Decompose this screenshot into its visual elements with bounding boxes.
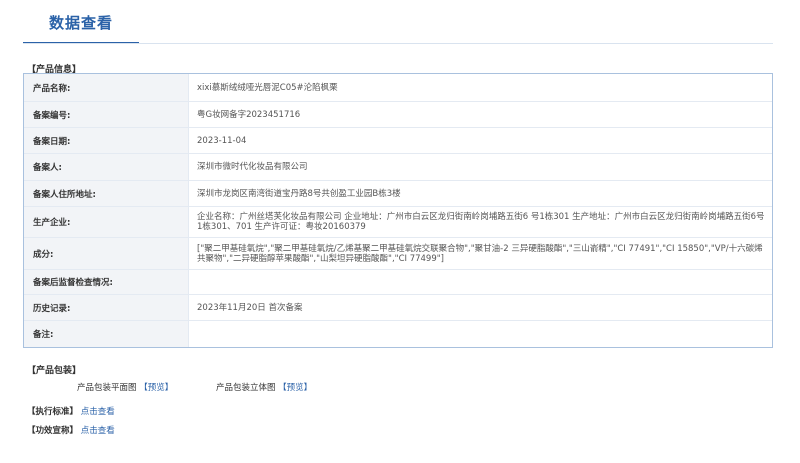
row-value: ["聚二甲基硅氧烷","聚二甲基硅氧烷/乙烯基聚二甲基硅氧烷交联聚合物","聚甘… [197, 243, 763, 264]
packaging-flat-preview-link[interactable]: 【预览】 [139, 383, 173, 393]
packaging-row: 产品包装平面图 【预览】 产品包装立体图 【预览】 [77, 381, 352, 393]
row-product-name: 产品名称: xixi慕斯绒绒哑光唇泥C05#沦陷枫栗 [24, 74, 772, 101]
efficacy-view-link[interactable]: 点击查看 [81, 426, 115, 436]
row-value: 2023年11月20日 首次备案 [197, 302, 303, 313]
row-registrant: 备案人: 深圳市微时代化妆品有限公司 [24, 153, 772, 180]
row-value [189, 321, 772, 347]
product-info-table: 产品名称: xixi慕斯绒绒哑光唇泥C05#沦陷枫栗 备案编号: 粤G妆网备字2… [23, 73, 773, 348]
header-divider [23, 43, 773, 44]
row-history: 历史记录: 2023年11月20日 首次备案 [24, 294, 772, 320]
packaging-section-label: 【产品包装】 [27, 366, 82, 376]
row-manufacturer: 生产企业: 企业名称：广州丝塔芙化妆品有限公司 企业地址：广州市白云区龙归街南岭… [24, 206, 772, 237]
standard-row: 【执行标准】 点击查看 [27, 405, 115, 417]
standard-label: 【执行标准】 [27, 407, 79, 417]
packaging-flat-item: 产品包装平面图 【预览】 [77, 381, 173, 393]
row-label: 备案日期: [24, 128, 189, 153]
packaging-stereo-preview-link[interactable]: 【预览】 [278, 383, 312, 393]
row-value [189, 270, 772, 294]
page-title: 数据查看 [48, 14, 113, 32]
efficacy-label: 【功效宣称】 [27, 426, 79, 436]
row-registrant-address: 备案人住所地址: 深圳市龙岗区南湾街道宝丹路8号共创盈工业园B栋3楼 [24, 180, 772, 206]
row-value: 企业名称：广州丝塔芙化妆品有限公司 企业地址：广州市白云区龙归街南岭岗埔路五街6… [197, 212, 765, 232]
row-label: 生产企业: [24, 207, 189, 237]
row-ingredients: 成分: ["聚二甲基硅氧烷","聚二甲基硅氧烷/乙烯基聚二甲基硅氧烷交联聚合物"… [24, 237, 772, 269]
row-label: 备案编号: [24, 102, 189, 127]
row-value: 深圳市微时代化妆品有限公司 [197, 162, 308, 172]
page-header: 数据查看 [0, 0, 800, 44]
packaging-stereo-item: 产品包装立体图 【预览】 [216, 381, 312, 393]
row-registration-date: 备案日期: 2023-11-04 [24, 127, 772, 153]
packaging-stereo-label: 产品包装立体图 [215, 383, 276, 393]
standard-view-link[interactable]: 点击查看 [81, 407, 115, 417]
tab-data-view[interactable]: 数据查看 [23, 0, 139, 44]
row-value: xixi慕斯绒绒哑光唇泥C05#沦陷枫栗 [197, 82, 338, 93]
row-value: 深圳市龙岗区南湾街道宝丹路8号共创盈工业园B栋3楼 [197, 188, 401, 199]
row-label: 备注: [24, 321, 189, 347]
row-remarks: 备注: [24, 320, 772, 347]
row-label: 备案后监督检查情况: [24, 270, 189, 294]
row-label: 历史记录: [24, 295, 189, 320]
row-label: 备案人住所地址: [24, 181, 189, 206]
row-label: 成分: [24, 238, 189, 269]
row-value: 2023-11-04 [197, 135, 247, 146]
row-post-registration-inspection: 备案后监督检查情况: [24, 269, 772, 294]
row-value: 粤G妆网备字2023451716 [197, 109, 301, 120]
efficacy-row: 【功效宣称】 点击查看 [27, 424, 115, 436]
row-label: 产品名称: [24, 74, 189, 101]
row-label: 备案人: [24, 154, 189, 180]
packaging-flat-label: 产品包装平面图 [77, 383, 137, 393]
row-registration-number: 备案编号: 粤G妆网备字2023451716 [24, 101, 772, 127]
